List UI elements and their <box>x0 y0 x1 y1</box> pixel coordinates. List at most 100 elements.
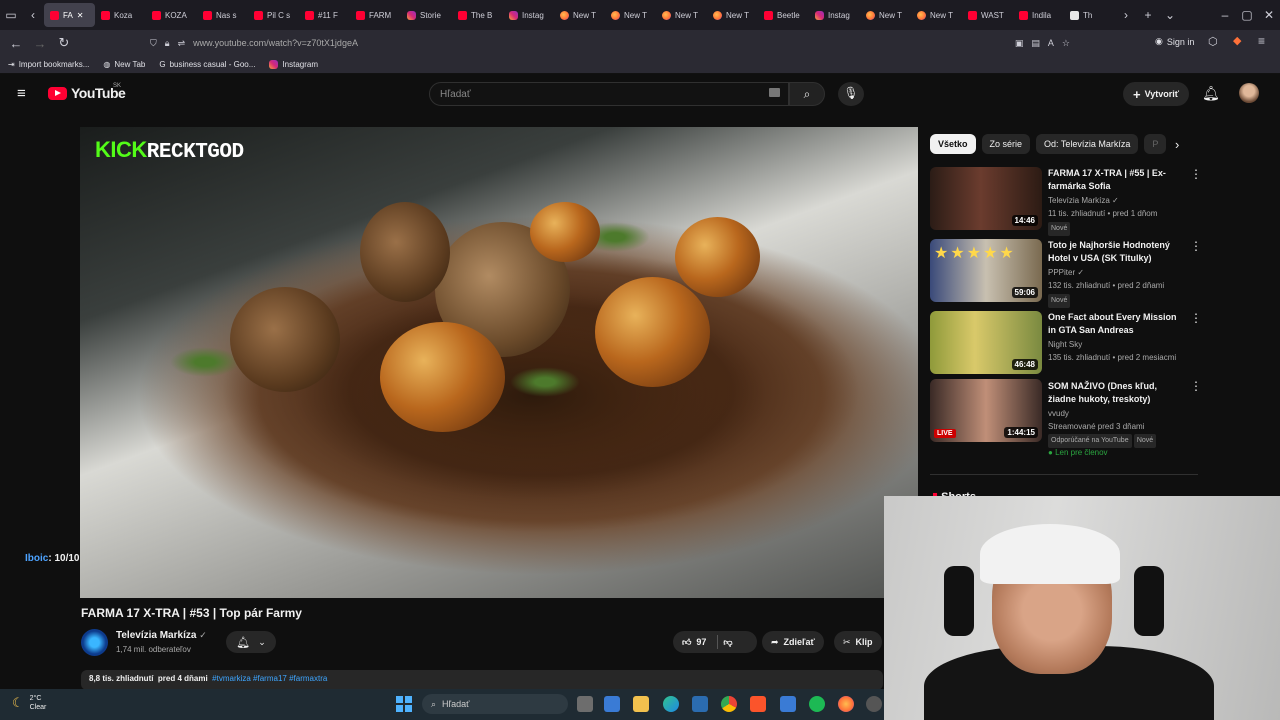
bookmark-star-icon[interactable]: ☆ <box>1062 38 1070 49</box>
keyboard-icon[interactable] <box>769 88 780 97</box>
chip-more[interactable]: P <box>1144 134 1167 154</box>
browser-tab[interactable]: Storie <box>401 3 452 27</box>
browser-tab[interactable]: FARM <box>350 3 401 27</box>
notepad-icon[interactable] <box>780 696 796 712</box>
more-actions-icon[interactable]: ⋮ <box>1190 239 1202 253</box>
browser-tab[interactable]: WAST <box>962 3 1013 27</box>
start-button[interactable] <box>396 696 412 712</box>
video-title[interactable]: FARMA 17 X-TRA | #55 | Ex-farmárka Sofia <box>1048 167 1183 193</box>
video-title[interactable]: One Fact about Every Mission in GTA San … <box>1048 311 1183 337</box>
create-button[interactable]: + Vytvoriť <box>1123 82 1190 106</box>
video-thumbnail[interactable]: 14:46 <box>930 167 1042 230</box>
browser-tab[interactable]: New T <box>911 3 962 27</box>
weather-widget[interactable]: ☾ 2°C Clear <box>12 694 46 712</box>
browser-tab[interactable]: Beetle <box>758 3 809 27</box>
browser-tab[interactable]: New T <box>860 3 911 27</box>
notifications-bell-icon[interactable]: 🔔︎ <box>1202 85 1220 102</box>
recommendation-item[interactable]: 46:48 One Fact about Every Mission in GT… <box>930 311 1202 377</box>
chevron-right-icon[interactable]: › <box>1175 137 1179 152</box>
browser-tab[interactable]: Instag <box>809 3 860 27</box>
hashtags[interactable]: #tvmarkiza #farma17 #farmaxtra <box>212 674 327 683</box>
more-actions-icon[interactable]: ⋮ <box>1190 379 1202 393</box>
more-actions-icon[interactable]: ⋮ <box>1190 167 1202 181</box>
channel-avatar[interactable] <box>81 629 108 656</box>
video-title[interactable]: SOM NAŽIVO (Dnes kľud, žiadne hukoty, tr… <box>1048 380 1183 406</box>
store-icon[interactable] <box>604 696 620 712</box>
extension-badge-icon[interactable]: ◆ <box>1233 34 1241 47</box>
video-thumbnail[interactable]: ★★★★★ 59:06 <box>930 239 1042 302</box>
reload-icon[interactable]: ↻ <box>52 35 76 51</box>
task-view-icon[interactable] <box>577 696 593 712</box>
like-button[interactable]: 👍︎ 97 <box>682 637 706 648</box>
extensions-icon[interactable]: ⬡ <box>1208 35 1218 48</box>
close-window-icon[interactable]: ✕ <box>1258 8 1280 22</box>
bookmark-google[interactable]: Gbusiness casual - Goo... <box>159 60 255 69</box>
page-action-icon[interactable]: ▣ <box>1015 38 1024 49</box>
maximize-icon[interactable]: ▢ <box>1236 8 1258 22</box>
channel-name[interactable]: Televízia Markíza ✓ <box>1048 195 1119 207</box>
photos-icon[interactable] <box>692 696 708 712</box>
new-tab-icon[interactable]: + <box>1137 8 1159 22</box>
channel-name[interactable]: vvudy <box>1048 408 1069 420</box>
reader-view-icon[interactable]: ▤ <box>1031 38 1040 49</box>
search-input[interactable]: Hľadať <box>429 82 789 106</box>
browser-tab[interactable]: Nas s <box>197 3 248 27</box>
browser-tab[interactable]: KOZA <box>146 3 197 27</box>
channel-name[interactable]: PPPiter ✓ <box>1048 267 1084 279</box>
menu-icon[interactable]: ≡ <box>1258 34 1265 48</box>
voice-search-button[interactable]: 🎙︎ <box>838 82 864 106</box>
url-bar[interactable]: ⛉ 🔒︎ ⇌ www.youtube.com/watch?v=z70tX1jdg… <box>150 33 1070 53</box>
brave-icon[interactable] <box>750 696 766 712</box>
firefox-icon[interactable] <box>838 696 854 712</box>
translate-icon[interactable]: A <box>1048 38 1054 48</box>
tab-list-icon[interactable]: ▭ <box>0 8 22 22</box>
browser-tab[interactable]: Th <box>1064 3 1115 27</box>
settings-gear-icon[interactable] <box>866 696 882 712</box>
description-box[interactable]: 8,8 tis. zhliadnutí pred 4 dňami #tvmark… <box>81 670 883 690</box>
sign-in-button[interactable]: ◉ Sign in <box>1155 36 1194 47</box>
video-thumbnail[interactable]: 46:48 <box>930 311 1042 374</box>
tab-scroll-right-icon[interactable]: › <box>1115 8 1137 22</box>
browser-tab[interactable]: New T <box>554 3 605 27</box>
browser-tab[interactable]: Instag <box>503 3 554 27</box>
url-text[interactable]: www.youtube.com/watch?v=z70tX1jdgeA <box>193 38 358 48</box>
search-button[interactable]: ⌕ <box>789 82 825 106</box>
spotify-icon[interactable] <box>809 696 825 712</box>
edge-icon[interactable] <box>663 696 679 712</box>
browser-tab[interactable]: New T <box>707 3 758 27</box>
back-icon[interactable]: ← <box>4 36 28 51</box>
forward-icon[interactable]: → <box>28 36 52 51</box>
video-thumbnail[interactable]: LIVE 1:44:15 <box>930 379 1042 442</box>
minimize-icon[interactable]: – <box>1214 8 1236 22</box>
close-tab-icon[interactable]: ✕ <box>77 11 84 20</box>
chip-channel[interactable]: Od: Televízia Markíza <box>1036 134 1139 154</box>
browser-tab[interactable]: FA ✕ <box>44 3 95 27</box>
browser-tab[interactable]: New T <box>605 3 656 27</box>
browser-tab[interactable]: Pil C s <box>248 3 299 27</box>
browser-tab[interactable]: The B <box>452 3 503 27</box>
avatar[interactable] <box>1239 83 1259 103</box>
recommendation-item[interactable]: LIVE 1:44:15 SOM NAŽIVO (Dnes kľud, žiad… <box>930 379 1202 464</box>
channel-name[interactable]: Televízia Markíza ✓ <box>116 630 207 641</box>
recommendation-item[interactable]: 14:46 FARMA 17 X-TRA | #55 | Ex-farmárka… <box>930 167 1202 236</box>
clip-button[interactable]: ✂ Klip <box>834 631 882 653</box>
video-player[interactable] <box>80 127 918 598</box>
chrome-icon[interactable] <box>721 696 737 712</box>
tracking-shield-icon[interactable]: ⛉ <box>150 38 157 49</box>
chip-series[interactable]: Zo série <box>981 134 1031 154</box>
more-actions-icon[interactable]: ⋮ <box>1190 311 1202 325</box>
file-explorer-icon[interactable] <box>633 696 649 712</box>
bookmark-import[interactable]: ⇥ Import bookmarks... <box>8 60 89 69</box>
dislike-button[interactable]: 👎︎ <box>723 637 732 648</box>
permissions-icon[interactable]: ⇌ <box>178 38 186 49</box>
video-title[interactable]: Toto je Najhoršie Hodnotený Hotel v USA … <box>1048 239 1183 265</box>
tab-overflow-icon[interactable]: ⌄ <box>1159 8 1181 22</box>
subscription-bell-button[interactable]: 🔔︎ ⌄ <box>226 631 276 653</box>
hamburger-menu-icon[interactable]: ≡ <box>17 85 26 102</box>
browser-tab[interactable]: Koza <box>95 3 146 27</box>
bookmark-instagram[interactable]: Instagram <box>269 60 318 69</box>
browser-tab[interactable]: Indila <box>1013 3 1064 27</box>
browser-tab[interactable]: New T <box>656 3 707 27</box>
bookmark-new-tab[interactable]: ◍ New Tab <box>103 60 145 69</box>
tab-scroll-left-icon[interactable]: ‹ <box>22 8 44 22</box>
